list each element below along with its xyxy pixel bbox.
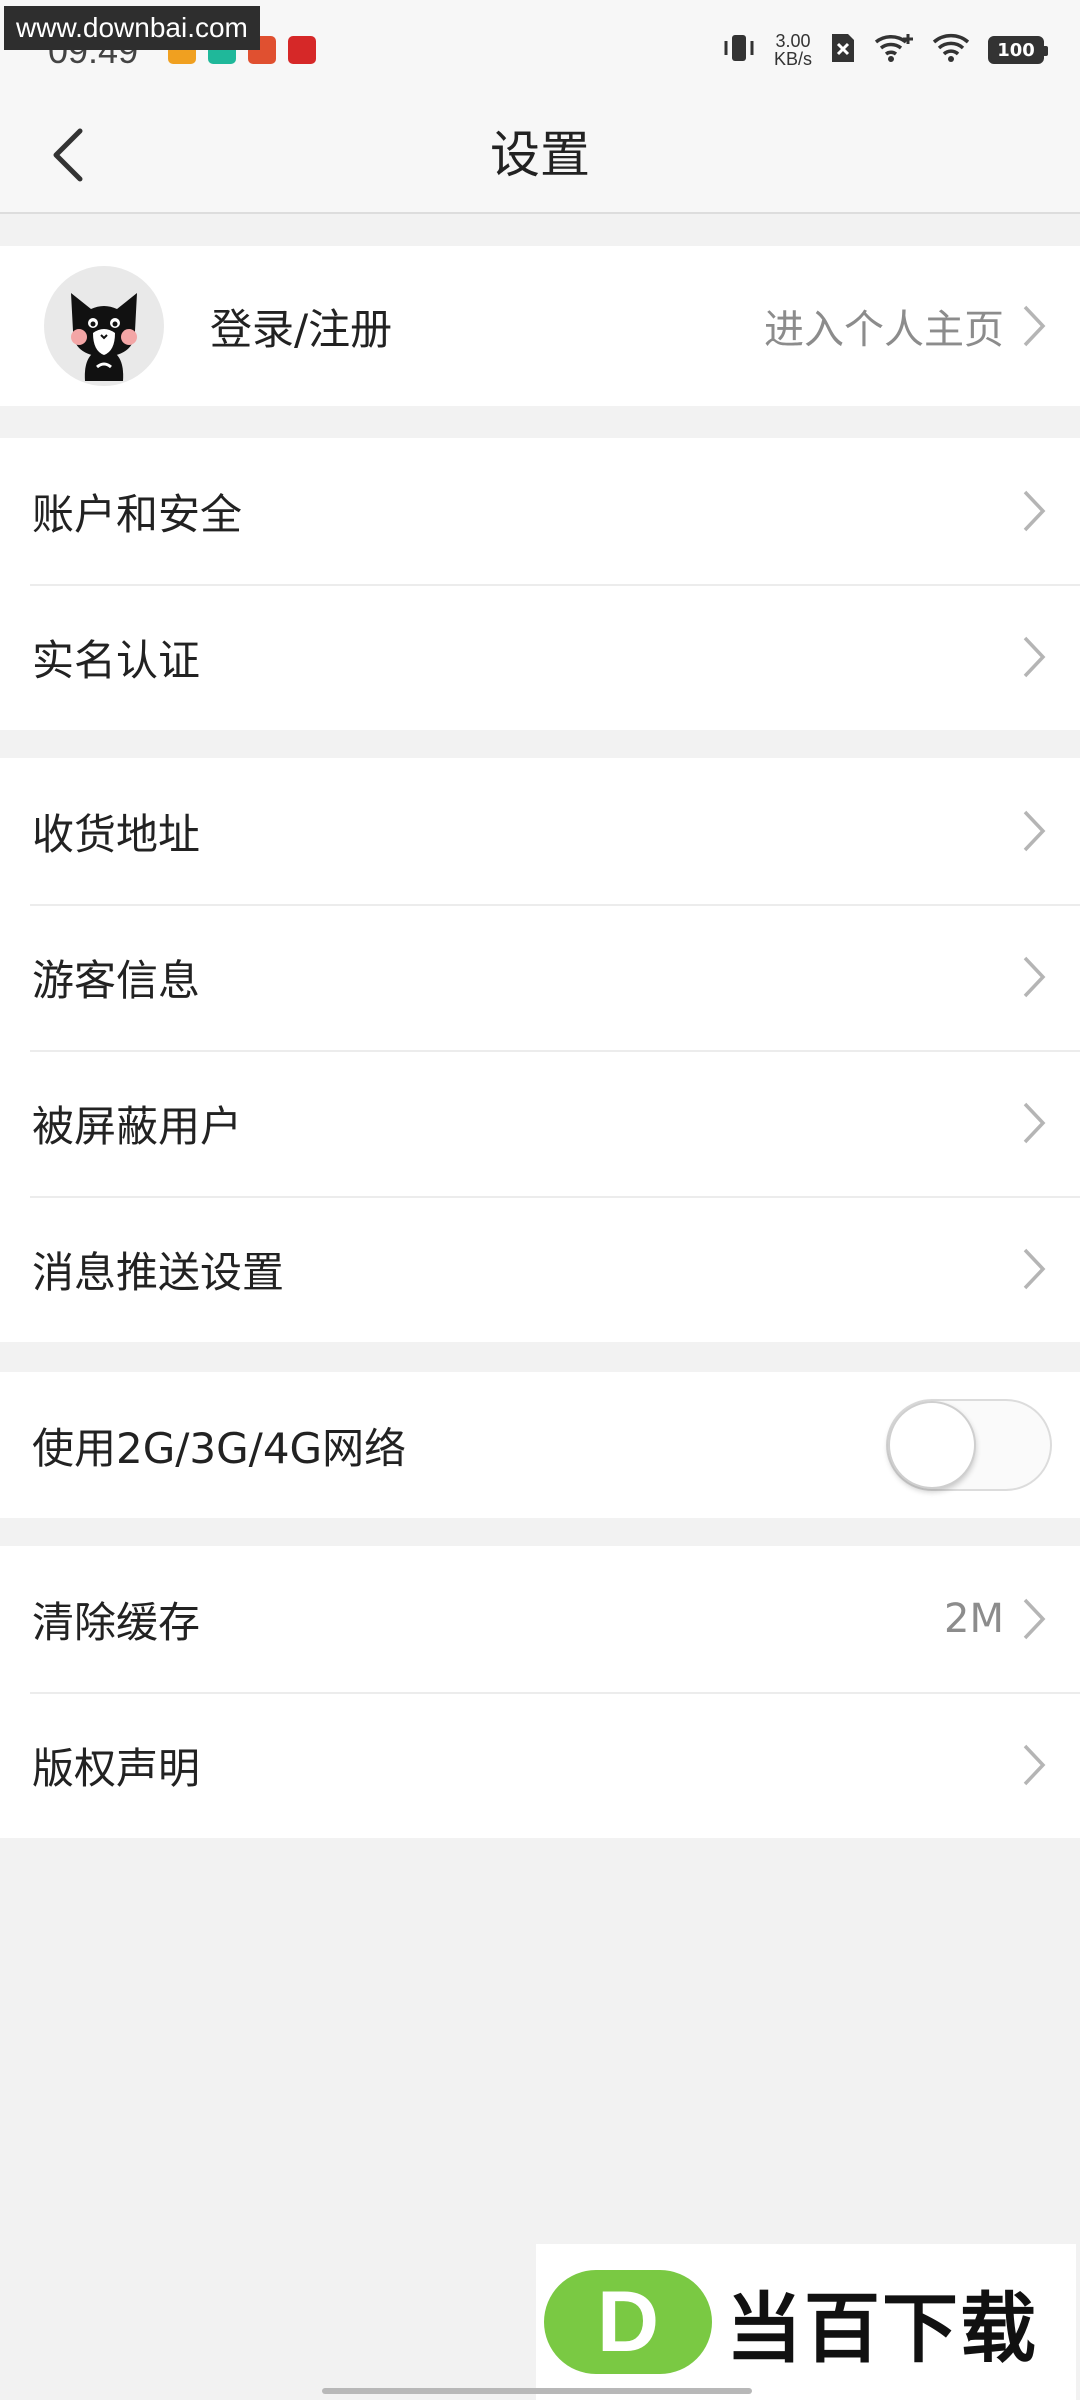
chevron-right-icon: [1022, 303, 1048, 349]
page-title: 设置: [490, 126, 590, 184]
app-notification-icon: [288, 36, 316, 64]
chevron-right-icon: [1022, 954, 1048, 1000]
network-speed-unit: KB/s: [773, 49, 812, 69]
list-item-label: 被屏蔽用户: [32, 1101, 243, 1151]
mobile-network-row: 使用2G/3G/4G网络: [0, 1372, 1080, 1518]
list-item-label: 消息推送设置: [32, 1247, 285, 1297]
vibrate-icon: [722, 33, 756, 67]
profile-link-label: 进入个人主页: [764, 307, 1004, 353]
login-register-label: 登录/注册: [210, 304, 393, 354]
cache-size-value: 2M: [944, 1596, 1004, 1642]
list-item-blocked-users[interactable]: 被屏蔽用户: [0, 1050, 1080, 1196]
status-indicators: 3.00 KB/s 100: [722, 32, 1048, 68]
network-speed: 3.00 KB/s: [774, 32, 812, 68]
list-item-guest-info[interactable]: 游客信息: [0, 904, 1080, 1050]
chevron-right-icon: [1022, 1596, 1048, 1642]
chevron-right-icon: [1022, 808, 1048, 854]
list-item-label: 游客信息: [32, 955, 201, 1005]
network-section: 使用2G/3G/4G网络: [0, 1372, 1080, 1518]
brand-watermark: D 当百下载: [536, 2244, 1076, 2400]
home-indicator[interactable]: [322, 2388, 752, 2394]
wifi-plus-icon: [874, 33, 914, 67]
brand-logo: D: [544, 2270, 712, 2374]
chevron-right-icon: [1022, 634, 1048, 680]
account-section: 账户和安全 实名认证: [0, 438, 1080, 730]
brand-text: 当百下载: [726, 2284, 1038, 2373]
status-bar: 09:49 www.downbai.com 3.00 KB/s 100: [0, 0, 1080, 96]
list-item-label: 账户和安全: [32, 489, 243, 539]
list-item-real-name-verification[interactable]: 实名认证: [0, 584, 1080, 730]
list-item-label: 实名认证: [32, 635, 201, 685]
chevron-right-icon: [1022, 1246, 1048, 1292]
chevron-right-icon: [1022, 1742, 1048, 1788]
header: 设置: [0, 96, 1080, 214]
mobile-network-toggle[interactable]: [886, 1399, 1052, 1491]
sim-off-icon: [830, 32, 856, 68]
list-item-account-security[interactable]: 账户和安全: [0, 438, 1080, 584]
info-section: 收货地址 游客信息 被屏蔽用户 消息推送设置: [0, 758, 1080, 1342]
cat-avatar-icon: [71, 293, 137, 381]
list-item-push-settings[interactable]: 消息推送设置: [0, 1196, 1080, 1342]
site-watermark: www.downbai.com: [4, 6, 260, 50]
network-speed-value: 3.00: [775, 31, 811, 51]
mobile-network-label: 使用2G/3G/4G网络: [32, 1423, 407, 1473]
list-item-label: 收货地址: [32, 809, 201, 859]
battery-icon: 100: [988, 36, 1048, 64]
toggle-knob: [888, 1401, 976, 1489]
profile-row[interactable]: 登录/注册 进入个人主页: [0, 246, 1080, 406]
list-item-label: 版权声明: [32, 1743, 201, 1793]
avatar: [44, 266, 164, 386]
list-item-shipping-address[interactable]: 收货地址: [0, 758, 1080, 904]
chevron-right-icon: [1022, 488, 1048, 534]
list-item-copyright[interactable]: 版权声明: [0, 1692, 1080, 1838]
profile-section: 登录/注册 进入个人主页: [0, 246, 1080, 406]
misc-section: 清除缓存 2M 版权声明: [0, 1546, 1080, 1838]
chevron-right-icon: [1022, 1100, 1048, 1146]
list-item-clear-cache[interactable]: 清除缓存 2M: [0, 1546, 1080, 1692]
wifi-icon: [932, 33, 970, 67]
list-item-label: 清除缓存: [32, 1597, 201, 1647]
